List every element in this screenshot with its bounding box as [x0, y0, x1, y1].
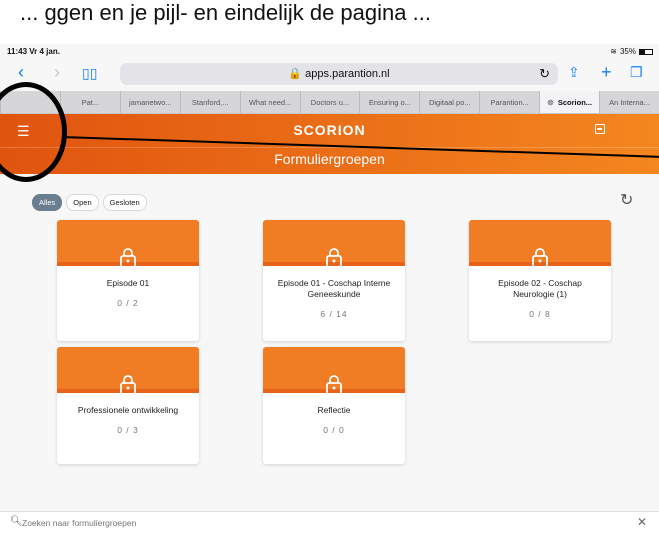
- status-right: ≋ 35%: [610, 47, 653, 56]
- card-episode-02-neurologie[interactable]: Episode 02 - Coschap Neurologie (1) 0 / …: [469, 220, 611, 341]
- tab-label: Scorion...: [557, 97, 593, 107]
- card-title: Episode 02 - Coschap Neurologie (1): [498, 278, 582, 299]
- status-bar: 11:43 Vr 4 jan. ≋ 35%: [0, 44, 659, 58]
- tab-label: Doctors u...: [310, 97, 350, 107]
- filter-closed[interactable]: Gesloten: [102, 194, 147, 211]
- forward-icon[interactable]: ›: [54, 62, 60, 83]
- lock-icon: [532, 248, 548, 268]
- card-title: Episode 01: [106, 278, 150, 288]
- ipad-screen: 11:43 Vr 4 jan. ≋ 35% ‹ › ▯▯ 🔒 apps.para…: [0, 44, 659, 533]
- url-text: 🔒 apps.parantion.nl: [288, 68, 390, 80]
- card-reflectie[interactable]: Reflectie 0 / 0: [263, 347, 405, 464]
- lock-icon: [120, 248, 136, 268]
- tab-label: jamanetwo...: [129, 97, 172, 107]
- reload-icon[interactable]: ↻: [539, 66, 550, 82]
- wifi-icon: ≋: [610, 47, 617, 56]
- status-time: 11:43: [7, 47, 28, 56]
- browser-tab[interactable]: jamanetwo...: [119, 91, 180, 113]
- card-count: 6 / 14: [320, 309, 348, 319]
- search-input[interactable]: [22, 515, 582, 530]
- tab-label: Parantion...: [490, 97, 529, 107]
- card-header: [57, 220, 199, 268]
- refresh-icon[interactable]: ↻: [620, 190, 633, 210]
- browser-toolbar: ‹ › ▯▯ 🔒 apps.parantion.nl ↻ ⇪ + ❐: [0, 58, 659, 92]
- tab-label: Pat...: [81, 97, 100, 107]
- lock-icon: [326, 375, 342, 395]
- browser-tab[interactable]: Digitaal po...: [419, 91, 479, 113]
- browser-tab[interactable]: Pat...: [59, 91, 120, 113]
- tabs-overview-icon[interactable]: ❐: [630, 64, 643, 81]
- battery-percent: 35%: [619, 47, 636, 56]
- clear-icon[interactable]: ✕: [637, 515, 647, 529]
- card-title: Reflectie: [317, 405, 351, 415]
- address-bar[interactable]: 🔒 apps.parantion.nl ↻: [120, 63, 558, 85]
- card-episode-01[interactable]: Episode 01 0 / 2: [57, 220, 199, 341]
- browser-tab[interactable]: What need...: [239, 91, 300, 113]
- new-tab-icon[interactable]: +: [601, 62, 612, 83]
- card-professionele-ontwikkeling[interactable]: Professionele ontwikkeling 0 / 3: [57, 347, 199, 464]
- card-count: 0 / 3: [117, 425, 139, 435]
- search-icon: 🔍︎: [10, 516, 23, 527]
- status-date: Vr 4 jan.: [29, 47, 60, 56]
- browser-tab[interactable]: An Interna...: [599, 91, 659, 113]
- tab-close-icon[interactable]: ⊗: [547, 98, 554, 107]
- card-count: 0 / 8: [529, 309, 551, 319]
- tab-label: Digitaal po...: [428, 97, 471, 107]
- back-icon[interactable]: ‹: [18, 62, 24, 83]
- status-time-date: 11:43 Vr 4 jan.: [7, 47, 60, 56]
- card-header: [469, 220, 611, 268]
- instruction-banner: ... ggen en je pijl- en eindelijk de pag…: [0, 0, 659, 44]
- search-bar: 🔍︎ ✕: [0, 511, 659, 533]
- card-header: [263, 347, 405, 395]
- browser-tab[interactable]: Stanford,...: [179, 91, 240, 113]
- filter-open[interactable]: Open: [66, 194, 99, 211]
- tab-label: Ensuring o...: [368, 97, 411, 107]
- lock-icon: [326, 248, 342, 268]
- filter-all[interactable]: Alles: [32, 194, 63, 211]
- browser-tab[interactable]: ⊗ Scorion...: [539, 91, 600, 113]
- header-divider: [0, 147, 659, 148]
- card-count: 0 / 2: [117, 298, 139, 308]
- brand-logo: SCORION: [293, 122, 366, 138]
- card-title: Episode 01 - Coschap Interne Geneeskunde: [277, 278, 391, 299]
- bookmarks-icon[interactable]: ▯▯: [82, 65, 97, 82]
- card-count: 0 / 0: [323, 425, 345, 435]
- tab-label: What need...: [248, 97, 292, 107]
- battery-icon: [639, 48, 653, 55]
- card-episode-01-interne[interactable]: Episode 01 - Coschap Interne Geneeskunde…: [263, 220, 405, 341]
- share-icon[interactable]: ⇪: [568, 64, 580, 81]
- logout-icon[interactable]: [595, 124, 605, 134]
- filter-pills: Alles Open Gesloten: [32, 194, 147, 211]
- card-title: Professionele ontwikkeling: [77, 405, 179, 415]
- browser-tab[interactable]: Doctors u...: [299, 91, 360, 113]
- card-header: [263, 220, 405, 268]
- browser-tab[interactable]: Parantion...: [479, 91, 539, 113]
- browser-tab[interactable]: Ensuring o...: [359, 91, 419, 113]
- lock-icon: [120, 375, 136, 395]
- banner-text: ... ggen en je pijl- en eindelijk de pag…: [20, 0, 431, 25]
- tab-label: An Interna...: [609, 97, 650, 107]
- card-header: [57, 347, 199, 395]
- tab-label: Stanford,...: [191, 97, 229, 107]
- browser-tabs: Pat... jamanetwo... Stanford,... What need.…: [0, 91, 659, 114]
